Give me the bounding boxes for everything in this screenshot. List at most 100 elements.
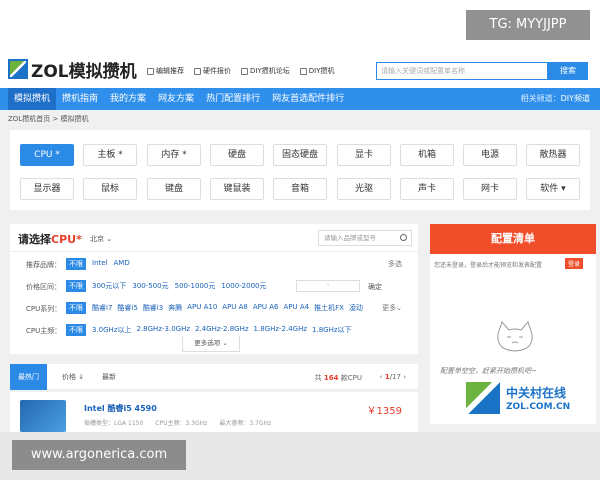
category-software[interactable]: 软件 ▾ bbox=[526, 178, 580, 200]
filter-option[interactable]: APU A6 bbox=[253, 303, 279, 313]
filter-option[interactable]: 1000-2000元 bbox=[221, 281, 266, 291]
zol-logo-icon bbox=[8, 59, 28, 79]
category-keyboard[interactable]: 键盘 bbox=[147, 178, 201, 200]
category-network-card[interactable]: 网卡 bbox=[463, 178, 517, 200]
filter-nolimit[interactable]: 不限 bbox=[66, 258, 86, 270]
category-speaker[interactable]: 音箱 bbox=[273, 178, 327, 200]
product-specs: 插槽类型：LGA 1150 CPU主频：3.3GHz 最大睿频：3.7GHz bbox=[84, 420, 272, 427]
product-price: ￥1359 bbox=[366, 406, 402, 417]
filter-nolimit[interactable]: 不限 bbox=[66, 324, 86, 336]
price-range-input[interactable] bbox=[296, 280, 360, 292]
product-name[interactable]: Intel 酷睿i5 4590 bbox=[84, 403, 157, 414]
filter-option[interactable]: 推土机FX bbox=[314, 303, 344, 313]
filter-option[interactable]: Intel bbox=[92, 259, 108, 267]
category-memory[interactable]: 内存 * bbox=[147, 144, 201, 166]
category-optical-drive[interactable]: 光驱 bbox=[337, 178, 391, 200]
brand-search-input[interactable]: 请输入品牌或型号 bbox=[318, 230, 412, 246]
thumb-icon bbox=[147, 67, 154, 75]
cpu-selector-panel: 请选择CPU* 北京 ⌄ 请输入品牌或型号 推荐品牌： 不限 Intel AMD… bbox=[10, 224, 418, 354]
main-nav: 模拟攒机 攒机指南 我的方案 网友方案 热门配置排行 网友首选配件排行 相关频道… bbox=[0, 88, 600, 110]
nav-item-user-plans[interactable]: 网友方案 bbox=[152, 88, 200, 110]
filter-option[interactable]: 1.8GHz以下 bbox=[312, 325, 352, 335]
category-sound-card[interactable]: 声卡 bbox=[400, 178, 454, 200]
category-motherboard[interactable]: 主板 * bbox=[83, 144, 137, 166]
category-grid: CPU * 主板 * 内存 * 硬盘 固态硬盘 显卡 机箱 电源 散热器 显示器… bbox=[10, 130, 590, 210]
category-psu[interactable]: 电源 bbox=[463, 144, 517, 166]
nav-item-simulate[interactable]: 模拟攒机 bbox=[8, 88, 57, 110]
filter-option[interactable]: 1.8GHz-2.4GHz bbox=[254, 325, 308, 335]
filter-nolimit[interactable]: 不限 bbox=[66, 280, 86, 292]
filter-option[interactable]: APU A10 bbox=[187, 303, 217, 313]
filter-option[interactable]: 500-1000元 bbox=[175, 281, 216, 291]
category-monitor[interactable]: 显示器 bbox=[20, 178, 74, 200]
nav-item-hot-ranking[interactable]: 热门配置排行 bbox=[200, 88, 266, 110]
config-list-panel: 配置清单 您还未登录，登录后才能预览和发表配置 登录 配置单空空，赶紧开始攒机吧… bbox=[430, 224, 596, 424]
quicklink-diy[interactable]: DIY攒机 bbox=[299, 66, 334, 76]
diy-channel-link[interactable]: DIY频道 bbox=[561, 94, 590, 103]
nav-item-my-plans[interactable]: 我的方案 bbox=[104, 88, 152, 110]
filter-option[interactable]: 酷睿i7 bbox=[92, 303, 112, 313]
filter-option[interactable]: 300元以下 bbox=[92, 281, 126, 291]
filter-option[interactable]: APU A8 bbox=[222, 303, 248, 313]
tab-hottest[interactable]: 最热门 bbox=[10, 364, 47, 390]
category-ssd[interactable]: 固态硬盘 bbox=[273, 144, 327, 166]
filter-row-brand: 推荐品牌： 不限 Intel AMD 多选 bbox=[26, 258, 402, 270]
watermark-top: TG: MYYJJPP bbox=[466, 10, 590, 40]
nav-item-parts-ranking[interactable]: 网友首选配件排行 bbox=[266, 88, 350, 110]
filter-option[interactable]: 奔腾 bbox=[168, 303, 182, 313]
total-count: 共 164 款CPU bbox=[314, 374, 362, 382]
login-tip: 您还未登录，登录后才能预览和发表配置 bbox=[434, 262, 543, 269]
filter-option[interactable]: 酷睿i5 bbox=[117, 303, 137, 313]
price-confirm-button[interactable]: 确定 bbox=[368, 282, 382, 292]
filter-option[interactable]: AMD bbox=[114, 259, 130, 267]
cpu-product-image[interactable] bbox=[20, 400, 66, 432]
search-input[interactable]: 请输入关键词或配置单名称 bbox=[376, 62, 548, 80]
quicklink-diy-forum[interactable]: DIY攒机论坛 bbox=[241, 66, 290, 76]
logo-text: ZOL模拟攒机 bbox=[31, 61, 137, 82]
tab-newest[interactable]: 最新 bbox=[94, 364, 124, 390]
multi-select-button[interactable]: 多选 bbox=[388, 259, 402, 269]
forum-icon bbox=[241, 67, 248, 75]
prev-page-button[interactable]: ‹ bbox=[380, 373, 383, 381]
empty-config-tip: 配置单空空，赶紧开始攒机吧~ bbox=[440, 367, 537, 375]
zol-logo[interactable]: ZOL模拟攒机 bbox=[8, 58, 137, 82]
quicklink-editor-picks[interactable]: 编辑推荐 bbox=[147, 66, 184, 76]
filter-nolimit[interactable]: 不限 bbox=[66, 302, 86, 314]
next-page-button[interactable]: › bbox=[403, 373, 406, 381]
more-series-button[interactable]: 更多⌄ bbox=[382, 303, 402, 313]
search-button[interactable]: 搜索 bbox=[548, 62, 588, 80]
pager: ‹ 1/17 › bbox=[379, 373, 406, 381]
filter-option[interactable]: 2.4GHz-2.8GHz bbox=[195, 325, 249, 335]
watermark-bottom: www.argonerica.com bbox=[12, 440, 186, 470]
login-button[interactable]: 登录 bbox=[565, 258, 584, 269]
breadcrumb[interactable]: ZOL攒机首页 > 模拟攒机 bbox=[8, 114, 89, 124]
filter-row-series: CPU系列： 不限 酷睿i7 酷睿i5 酷睿i3 奔腾 APU A10 APU … bbox=[26, 302, 402, 314]
chevron-down-icon: ⌄ bbox=[222, 339, 228, 347]
category-case[interactable]: 机箱 bbox=[400, 144, 454, 166]
category-mouse[interactable]: 鼠标 bbox=[83, 178, 137, 200]
category-cpu[interactable]: CPU * bbox=[20, 144, 74, 166]
tab-price[interactable]: 价格 ↓ bbox=[54, 364, 92, 390]
yen-icon bbox=[194, 67, 201, 75]
search-icon[interactable] bbox=[400, 234, 407, 241]
filter-option[interactable]: 3.0GHz以上 bbox=[92, 325, 132, 335]
category-kb-mouse-set[interactable]: 键鼠装 bbox=[210, 178, 264, 200]
list-tabs: 最热门 价格 ↓ 最新 共 164 款CPU ‹ 1/17 › bbox=[10, 364, 418, 390]
category-hdd[interactable]: 硬盘 bbox=[210, 144, 264, 166]
selector-title: 请选择CPU* bbox=[18, 233, 82, 246]
filter-option[interactable]: 酷睿i3 bbox=[143, 303, 163, 313]
city-select[interactable]: 北京 ⌄ bbox=[90, 234, 112, 244]
quicklinks: 编辑推荐 硬件报价 DIY攒机论坛 DIY攒机 bbox=[147, 66, 334, 76]
quicklink-hardware-price[interactable]: 硬件报价 bbox=[194, 66, 231, 76]
filter-option[interactable]: 2.8GHz-3.0GHz bbox=[137, 325, 191, 335]
filter-option[interactable]: 凌动 bbox=[349, 303, 363, 313]
more-options-button[interactable]: 更多选项 ⌄ bbox=[182, 336, 240, 352]
config-title: 配置清单 bbox=[430, 224, 596, 254]
category-cooler[interactable]: 散热器 bbox=[526, 144, 580, 166]
category-gpu[interactable]: 显卡 bbox=[337, 144, 391, 166]
related-channels: 相关频道：DIY频道 bbox=[520, 94, 590, 103]
nav-item-guide[interactable]: 攒机指南 bbox=[56, 88, 104, 110]
filter-option[interactable]: 300-500元 bbox=[132, 281, 168, 291]
chevron-down-icon: ▾ bbox=[561, 184, 566, 194]
filter-option[interactable]: APU A4 bbox=[284, 303, 310, 313]
